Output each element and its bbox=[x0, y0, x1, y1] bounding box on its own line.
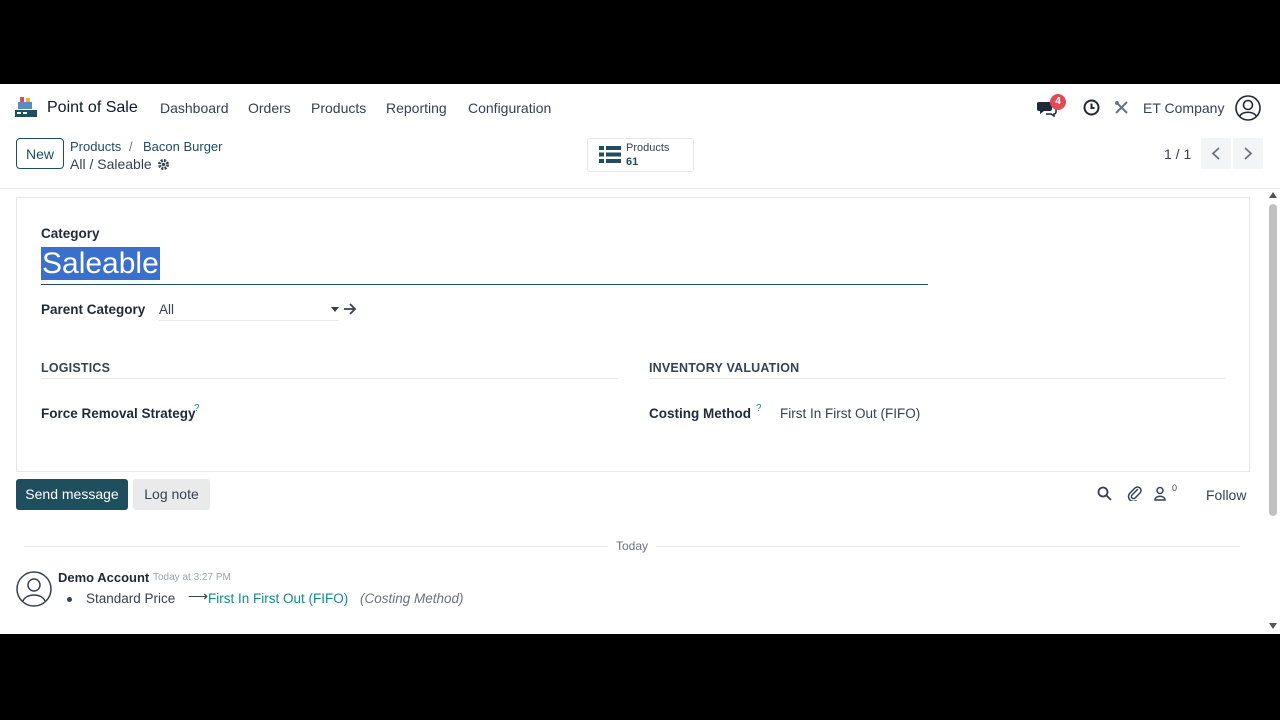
products-smart-button[interactable]: Products 61 bbox=[587, 138, 694, 172]
activity-clock-icon[interactable] bbox=[1083, 99, 1100, 116]
tracking-bullet bbox=[67, 597, 72, 602]
message-author[interactable]: Demo Account bbox=[58, 570, 149, 585]
nav-menu-products[interactable]: Products bbox=[311, 100, 366, 116]
user-avatar-icon[interactable] bbox=[1235, 95, 1261, 121]
form-sheet: Category Saleable Parent Category All LO… bbox=[16, 197, 1250, 472]
category-name-input[interactable]: Saleable bbox=[41, 244, 928, 285]
scroll-down-arrow-icon[interactable] bbox=[1269, 623, 1277, 629]
breadcrumb-separator: / bbox=[129, 139, 133, 154]
removal-strategy-label: Force Removal Strategy bbox=[41, 406, 196, 421]
internal-link-arrow-icon[interactable] bbox=[343, 303, 357, 315]
tracking-field-description: (Costing Method) bbox=[360, 591, 464, 606]
caret-down-icon bbox=[331, 307, 339, 312]
nav-menu-configuration[interactable]: Configuration bbox=[468, 100, 551, 116]
company-switcher[interactable]: ET Company bbox=[1143, 100, 1224, 116]
breadcrumb-current[interactable]: Bacon Burger bbox=[143, 139, 223, 154]
breadcrumb-products[interactable]: Products bbox=[70, 139, 121, 154]
author-avatar-icon[interactable] bbox=[16, 571, 52, 607]
smart-button-label: Products bbox=[626, 142, 670, 154]
pos-logo-icon[interactable] bbox=[14, 96, 38, 118]
parent-category-value: All bbox=[159, 302, 175, 317]
pager-previous-button[interactable] bbox=[1201, 138, 1231, 169]
followers-count: 0 bbox=[1172, 483, 1178, 493]
parent-category-select[interactable]: All bbox=[159, 296, 339, 321]
category-name-value[interactable]: Saleable bbox=[41, 247, 160, 280]
chevron-right-icon bbox=[1244, 147, 1253, 160]
parent-category-label: Parent Category bbox=[41, 302, 146, 317]
tracking-field-name: Standard Price bbox=[86, 591, 176, 606]
followers-icon[interactable] bbox=[1154, 486, 1169, 501]
control-panel: New Products / Bacon Burger All / Saleab… bbox=[0, 130, 1280, 189]
inventory-valuation-title: INVENTORY VALUATION bbox=[649, 361, 800, 375]
search-icon[interactable] bbox=[1097, 486, 1112, 501]
app-title[interactable]: Point of Sale bbox=[47, 99, 138, 117]
nav-menu-dashboard[interactable]: Dashboard bbox=[160, 100, 229, 116]
scroll-up-arrow-icon[interactable] bbox=[1269, 192, 1277, 198]
messages-badge: 4 bbox=[1050, 94, 1066, 110]
nav-menu-reporting[interactable]: Reporting bbox=[386, 100, 447, 116]
scroll-thumb[interactable] bbox=[1269, 204, 1277, 516]
costing-method-help[interactable]: ? bbox=[756, 403, 762, 414]
log-note-button[interactable]: Log note bbox=[133, 479, 210, 510]
chevron-left-icon bbox=[1211, 147, 1220, 160]
follow-button[interactable]: Follow bbox=[1206, 487, 1246, 503]
pager-value[interactable]: 1 / 1 bbox=[1164, 146, 1191, 162]
app-screen: Point of Sale Dashboard Orders Products … bbox=[0, 84, 1280, 634]
removal-strategy-help[interactable]: ? bbox=[194, 403, 200, 414]
new-button[interactable]: New bbox=[16, 138, 64, 169]
tracking-arrow-icon: ⟶ bbox=[188, 588, 209, 604]
gear-icon[interactable] bbox=[157, 158, 170, 171]
tracking-new-value: First In First Out (FIFO) bbox=[208, 591, 349, 606]
costing-method-value[interactable]: First In First Out (FIFO) bbox=[780, 406, 920, 421]
valuation-separator bbox=[649, 378, 1225, 379]
top-navbar: Point of Sale Dashboard Orders Products … bbox=[0, 84, 1280, 130]
record-display-name: All / Saleable bbox=[70, 156, 152, 172]
message-timestamp: Today at 3:27 PM bbox=[153, 572, 231, 583]
list-icon bbox=[599, 146, 621, 163]
category-label: Category bbox=[41, 226, 100, 241]
nav-menu-orders[interactable]: Orders bbox=[248, 100, 291, 116]
send-message-button[interactable]: Send message bbox=[16, 479, 128, 510]
smart-button-count: 61 bbox=[626, 156, 639, 168]
logistics-separator bbox=[41, 378, 618, 379]
costing-method-label: Costing Method bbox=[649, 406, 751, 421]
debug-tools-icon[interactable] bbox=[1114, 100, 1129, 115]
pager-next-button[interactable] bbox=[1233, 138, 1263, 169]
page-scrollbar[interactable] bbox=[1266, 190, 1280, 634]
date-separator-label: Today bbox=[608, 539, 657, 553]
logistics-section-title: LOGISTICS bbox=[41, 361, 111, 375]
paperclip-icon[interactable] bbox=[1127, 485, 1142, 501]
